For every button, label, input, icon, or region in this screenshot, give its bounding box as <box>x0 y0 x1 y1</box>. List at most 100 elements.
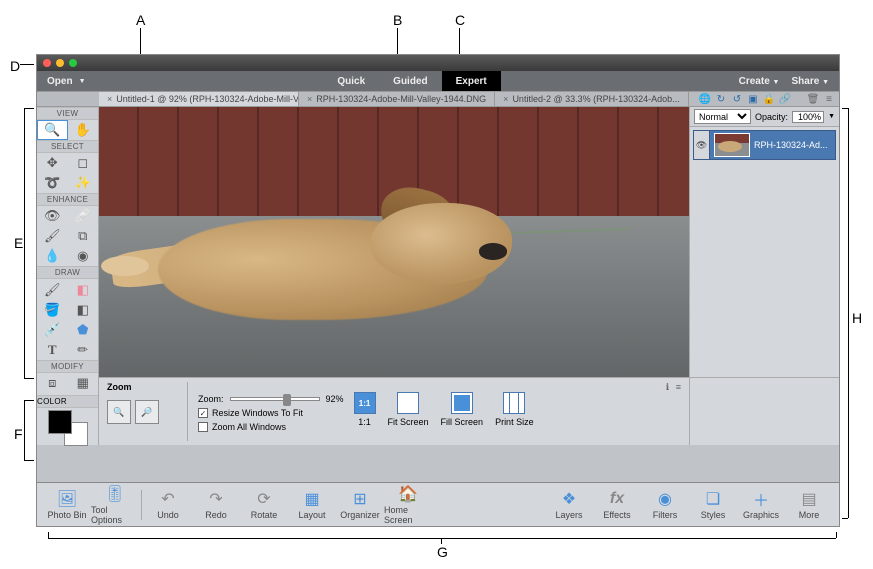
redeye-tool[interactable]: 👁 <box>37 206 68 226</box>
fit-screen-icon <box>397 392 419 414</box>
layout-button[interactable]: ▦ Layout <box>288 490 336 520</box>
photo-bin-button[interactable]: 🖼 Photo Bin <box>43 490 91 520</box>
home-screen-button[interactable]: 🏠 Home Screen <box>384 485 432 525</box>
fill-tool[interactable]: 🪣 <box>37 300 68 320</box>
recompose-tool[interactable]: ▦ <box>68 373 99 393</box>
pencil-tool[interactable]: ✏ <box>68 340 99 360</box>
minimize-window-icon[interactable] <box>56 59 64 67</box>
styles-button[interactable]: ❏ Styles <box>689 490 737 520</box>
spot-heal-tool[interactable]: 🩹 <box>68 206 99 226</box>
mode-quick[interactable]: Quick <box>323 71 379 91</box>
rotate-cw-icon[interactable]: ↻ <box>715 93 727 105</box>
opacity-label: Opacity: <box>755 112 788 122</box>
zoom-slider[interactable] <box>230 397 320 401</box>
callout-H: H <box>852 310 862 326</box>
clone-tool[interactable]: ⧉ <box>68 226 99 246</box>
opacity-input[interactable]: 100% <box>792 111 824 123</box>
chevron-down-icon[interactable]: ▼ <box>828 113 835 120</box>
document-tabstrip: × Untitled-1 @ 92% (RPH-130324-Adobe-Mil… <box>37 91 839 107</box>
fill-screen-button[interactable]: Fill Screen <box>441 392 484 427</box>
screen-icon[interactable]: ▣ <box>747 93 759 105</box>
smart-brush-tool[interactable]: 🖌 <box>37 226 68 246</box>
open-menu[interactable]: Open ▼ <box>37 71 96 91</box>
hand-tool[interactable]: ✋ <box>68 120 99 140</box>
layers-panel: Normal Opacity: 100% ▼ 👁 RPH-130324-Ad..… <box>689 107 839 413</box>
trash-icon[interactable]: 🗑 <box>807 93 819 105</box>
redo-button[interactable]: ↷ Redo <box>192 490 240 520</box>
shape-tool[interactable]: ⬟ <box>68 320 99 340</box>
tool-options-button[interactable]: 🎚 Tool Options <box>91 485 139 525</box>
print-size-button[interactable]: Print Size <box>495 392 534 427</box>
app-window: Open ▼ Quick Guided Expert Create ▼ Shar… <box>36 54 840 527</box>
mode-guided[interactable]: Guided <box>379 71 441 91</box>
layer-row[interactable]: 👁 RPH-130324-Ad... <box>693 130 836 160</box>
type-tool[interactable]: T <box>37 340 68 360</box>
zoom-window-icon[interactable] <box>69 59 77 67</box>
move-tool[interactable]: ✥ <box>37 153 68 173</box>
redo-icon: ↷ <box>209 490 222 508</box>
fit-screen-button[interactable]: Fit Screen <box>388 392 429 427</box>
zoom-in-button[interactable]: 🔍 <box>107 400 131 424</box>
checkbox-icon <box>198 422 208 432</box>
create-menu[interactable]: Create ▼ <box>739 76 780 87</box>
hand-icon: ✋ <box>75 122 91 138</box>
color-picker-section: COLOR <box>37 395 99 445</box>
filters-button[interactable]: ◉ Filters <box>641 490 689 520</box>
layers-button[interactable]: ❖ Layers <box>545 490 593 520</box>
canvas[interactable]: 92% Doc: 3.00M/4.00M ▶ <box>99 107 689 413</box>
document-tab-label: Untitled-1 @ 92% (RPH-130324-Adobe-Mill-… <box>116 94 299 104</box>
close-icon[interactable]: × <box>503 94 508 104</box>
close-icon[interactable]: × <box>307 94 312 104</box>
rotate-button[interactable]: ⟳ Rotate <box>240 490 288 520</box>
close-window-icon[interactable] <box>43 59 51 67</box>
shape-icon: ⬟ <box>77 322 88 338</box>
marquee-tool[interactable]: ◻ <box>68 153 99 173</box>
zoom-out-button[interactable]: 🔎 <box>135 400 159 424</box>
tool-section-view: VIEW <box>37 107 98 120</box>
callout-E: E <box>14 235 23 251</box>
zoom-all-checkbox[interactable]: Zoom All Windows <box>198 422 344 432</box>
wand-tool[interactable]: ✨ <box>68 173 99 193</box>
info-icon[interactable]: ℹ <box>666 382 669 392</box>
document-tab[interactable]: × RPH-130324-Adobe-Mill-Valley-1944.DNG <box>299 92 495 106</box>
undo-button[interactable]: ↶ Undo <box>144 490 192 520</box>
chevron-down-icon: ▼ <box>822 79 829 86</box>
panel-menu-icon[interactable]: ≡ <box>676 382 681 392</box>
styles-icon: ❏ <box>706 490 720 508</box>
more-button[interactable]: ▤ More <box>785 490 833 520</box>
link-icon[interactable]: 🔗 <box>779 93 791 105</box>
document-tab-label: RPH-130324-Adobe-Mill-Valley-1944.DNG <box>316 94 486 104</box>
panel-menu-icon[interactable]: ≡ <box>823 93 835 105</box>
lock-icon[interactable]: 🔒 <box>763 93 775 105</box>
visibility-toggle[interactable]: 👁 <box>694 131 710 159</box>
stamp-icon: ⧉ <box>78 228 87 244</box>
mode-expert[interactable]: Expert <box>442 71 501 91</box>
resize-windows-checkbox[interactable]: ✓ Resize Windows To Fit <box>198 408 344 418</box>
share-menu[interactable]: Share ▼ <box>791 76 829 87</box>
eraser-tool[interactable]: ◧ <box>68 279 99 299</box>
document-tab[interactable]: × Untitled-2 @ 33.3% (RPH-130324-Adob... <box>495 92 689 106</box>
eyedropper-tool[interactable]: 💉 <box>37 320 68 340</box>
close-icon[interactable]: × <box>107 94 112 104</box>
organizer-button[interactable]: ⊞ Organizer <box>336 490 384 520</box>
graphics-button[interactable]: ＋ Graphics <box>737 490 785 520</box>
globe-icon[interactable]: 🌐 <box>699 93 711 105</box>
effects-button[interactable]: fx Effects <box>593 490 641 520</box>
gradient-tool[interactable]: ◧ <box>68 300 99 320</box>
zoom-1to1-button[interactable]: 1:1 1:1 <box>354 392 376 427</box>
zoom-out-icon: 🔎 <box>141 407 152 418</box>
sponge-tool[interactable]: ◉ <box>68 246 99 266</box>
crop-tool[interactable]: ⧈ <box>37 373 68 393</box>
tool-options-bar: Zoom 🔍 🔎 Zoom: 92% ✓ Resize Windows To F… <box>99 377 689 445</box>
document-tab[interactable]: × Untitled-1 @ 92% (RPH-130324-Adobe-Mil… <box>99 92 299 106</box>
zoom-tool[interactable]: 🔍 <box>37 120 68 140</box>
blur-tool[interactable]: 💧 <box>37 246 68 266</box>
blend-mode-select[interactable]: Normal <box>694 109 751 124</box>
foreground-color-swatch[interactable] <box>48 410 72 434</box>
sponge-icon: ◉ <box>77 248 88 264</box>
brush-tool[interactable]: 🖌 <box>37 279 68 299</box>
sliders-icon: 🎚 <box>105 485 125 503</box>
rotate-ccw-icon[interactable]: ↺ <box>731 93 743 105</box>
callout-C: C <box>455 12 465 28</box>
lasso-tool[interactable]: ➰ <box>37 173 68 193</box>
